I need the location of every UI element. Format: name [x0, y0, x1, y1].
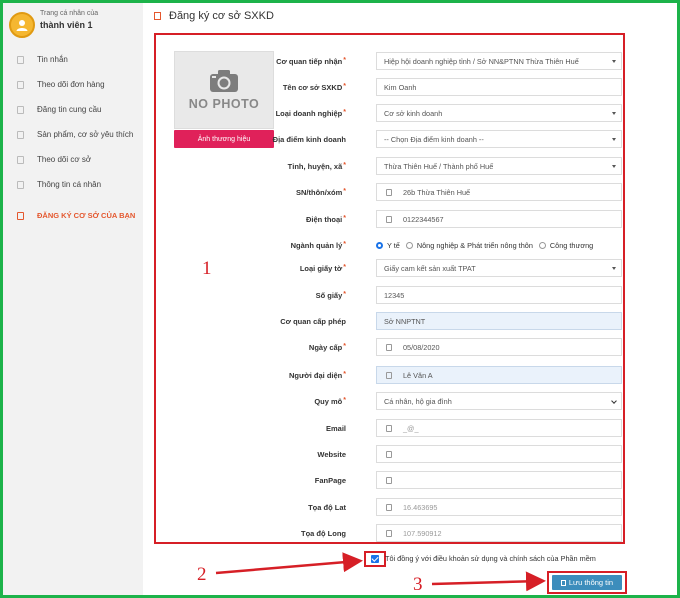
arrow-to-save [431, 571, 546, 592]
annotation-arrows [215, 552, 546, 592]
arrow-to-checkbox [215, 552, 363, 575]
